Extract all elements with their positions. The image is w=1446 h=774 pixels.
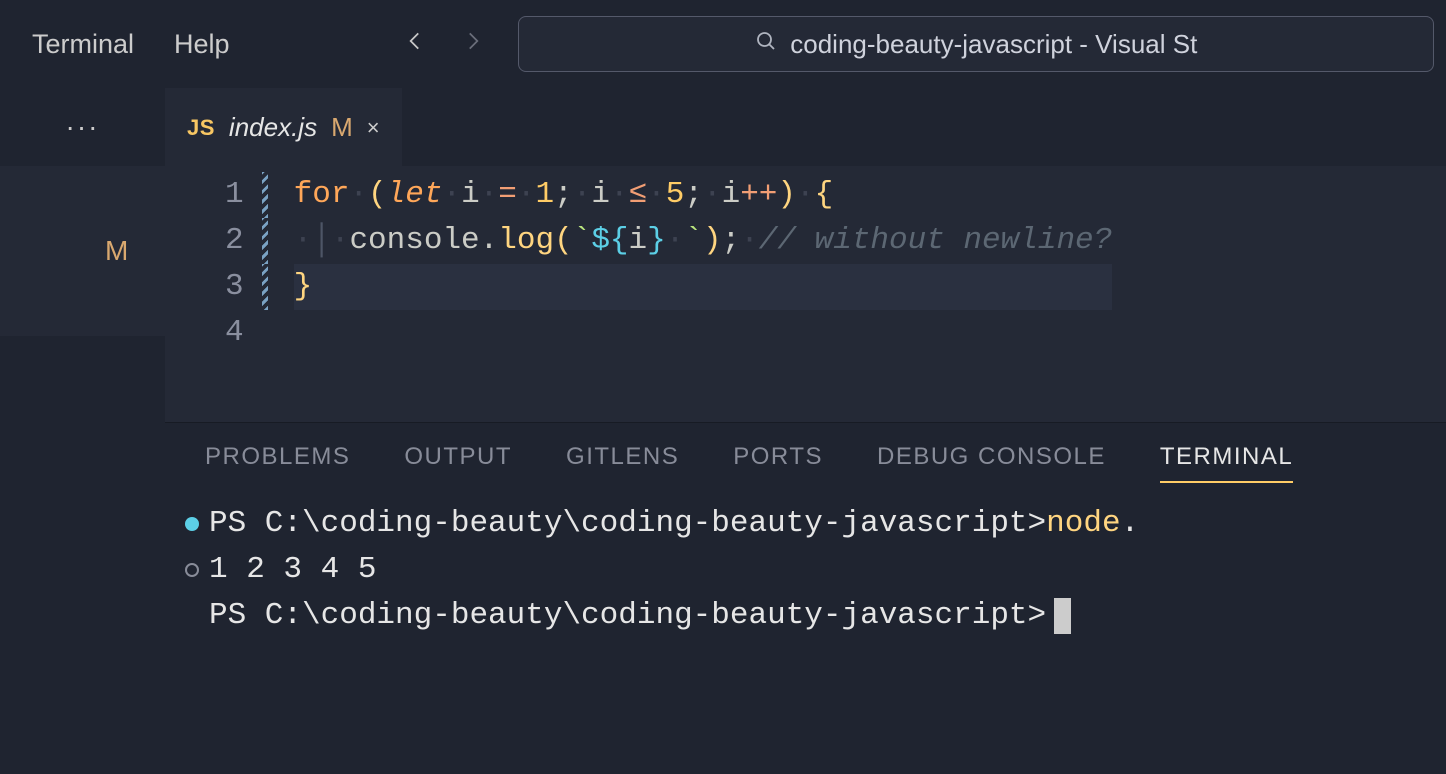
bottom-panel: PROBLEMS OUTPUT GITLENS PORTS DEBUG CONS… (165, 422, 1446, 774)
tab-terminal[interactable]: TERMINAL (1160, 443, 1293, 483)
nav-arrows (400, 28, 488, 61)
tab-debug-console[interactable]: DEBUG CONSOLE (877, 443, 1106, 481)
code-line-3[interactable]: } (294, 264, 1113, 310)
search-text: coding-beauty-javascript - Visual St (790, 29, 1197, 60)
menu-help[interactable]: Help (154, 21, 250, 68)
code-body[interactable]: for·(let·i·=·1;·i·≤·5;·i++)·{ ·│·console… (294, 172, 1113, 422)
integrated-terminal[interactable]: PS C:\coding-beauty\coding-beauty-javasc… (165, 483, 1446, 639)
explorer-actions[interactable]: ··· (0, 111, 165, 143)
code-line-2[interactable]: ·│·console.log(`${i}·`);·// without newl… (294, 218, 1113, 264)
sidebar-modified-badge: M (105, 235, 128, 267)
tab-ports[interactable]: PORTS (733, 443, 823, 481)
code-editor[interactable]: 1 2 3 4 for·(let·i·=·1;·i·≤·5;·i++)·{ ·│… (165, 166, 1446, 422)
terminal-cmd-args: . (1121, 501, 1140, 547)
close-icon[interactable]: × (367, 115, 380, 141)
menu-terminal[interactable]: Terminal (12, 21, 154, 68)
terminal-prompt-2: PS C:\coding-beauty\coding-beauty-javasc… (209, 593, 1046, 639)
line-number-gutter: 1 2 3 4 (165, 172, 262, 422)
search-icon (754, 29, 778, 60)
tab-modified-badge: M (331, 112, 353, 143)
terminal-cmd-node: node (1046, 501, 1120, 547)
tab-bar: ··· JS index.js M × (0, 88, 1446, 166)
code-line-1[interactable]: for·(let·i·=·1;·i·≤·5;·i++)·{ (294, 172, 1113, 218)
file-js-icon: JS (187, 115, 215, 141)
explorer-sidebar: M (0, 166, 165, 774)
terminal-prompt: PS C:\coding-beauty\coding-beauty-javasc… (209, 501, 1046, 547)
terminal-output-marker-icon (179, 547, 205, 593)
more-icon[interactable]: ··· (66, 111, 100, 143)
tab-filename: index.js (229, 112, 317, 143)
tab-gitlens[interactable]: GITLENS (566, 443, 679, 481)
terminal-cursor[interactable] (1054, 598, 1071, 634)
command-center[interactable]: coding-beauty-javascript - Visual St (518, 16, 1434, 72)
git-gutter (262, 172, 268, 422)
code-line-4[interactable] (294, 310, 1113, 356)
tab-problems[interactable]: PROBLEMS (205, 443, 350, 481)
nav-back-icon[interactable] (400, 28, 430, 61)
title-bar: Terminal Help coding-beauty-javascript -… (0, 0, 1446, 88)
terminal-cmd-marker-icon (179, 501, 205, 547)
sidebar-item-indexjs[interactable]: M (0, 166, 165, 336)
panel-tabbar: PROBLEMS OUTPUT GITLENS PORTS DEBUG CONS… (165, 423, 1446, 483)
tab-output[interactable]: OUTPUT (404, 443, 512, 481)
terminal-output: 1 2 3 4 5 (209, 547, 376, 593)
editor-tab-indexjs[interactable]: JS index.js M × (165, 88, 402, 166)
nav-forward-icon[interactable] (458, 28, 488, 61)
